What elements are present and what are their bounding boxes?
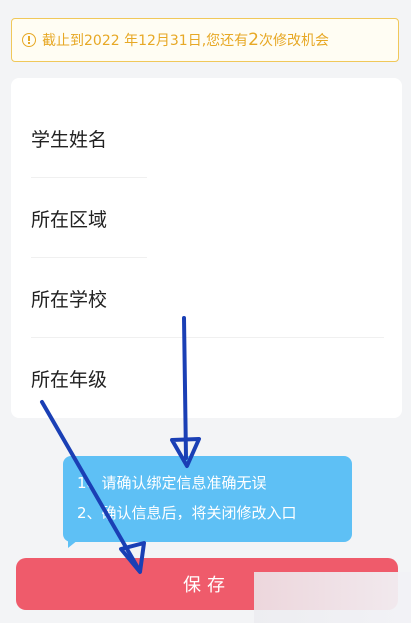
field-school[interactable]: 所在学校 bbox=[31, 258, 386, 338]
field-label: 所在区域 bbox=[31, 208, 108, 231]
field-region[interactable]: 所在区域 bbox=[31, 178, 386, 258]
field-label: 学生姓名 bbox=[31, 128, 108, 151]
notice-text-before: 截止到2022 年12月31日,您还有 bbox=[42, 33, 249, 49]
tooltip-tail bbox=[68, 540, 78, 548]
tooltip-line-2: 2、确认信息后，将关闭修改入口 bbox=[77, 504, 297, 522]
confirm-tooltip: 1、请确认绑定信息准确无误 2、确认信息后，将关闭修改入口 bbox=[63, 456, 352, 542]
field-label: 所在学校 bbox=[31, 288, 108, 311]
tooltip-line-1: 1、请确认绑定信息准确无误 bbox=[77, 474, 267, 492]
field-label: 所在年级 bbox=[31, 368, 108, 391]
student-info-form: 学生姓名 所在区域 所在学校 所在年级 bbox=[11, 78, 402, 418]
field-student-name[interactable]: 学生姓名 bbox=[31, 98, 386, 178]
deadline-notice: 截止到2022 年12月31日,您还有 2 次修改机会 bbox=[11, 18, 399, 62]
field-grade[interactable]: 所在年级 bbox=[31, 338, 386, 418]
info-icon bbox=[22, 33, 36, 47]
blurred-area bbox=[254, 572, 411, 623]
bind-info-page: 截止到2022 年12月31日,您还有 2 次修改机会 学生姓名 所在区域 所在… bbox=[0, 0, 411, 623]
notice-text-after: 次修改机会 bbox=[259, 33, 329, 49]
notice-count: 2 bbox=[248, 30, 259, 50]
